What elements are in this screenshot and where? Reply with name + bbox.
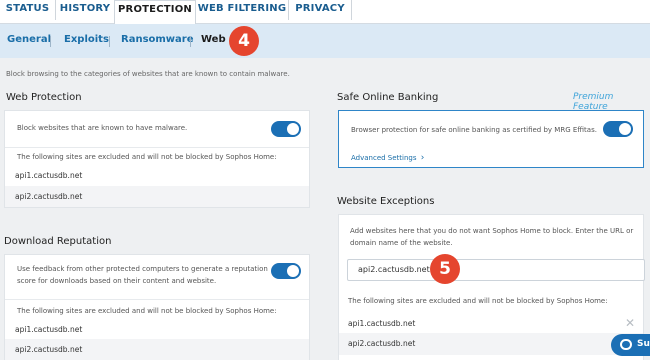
web-protection-card: Block websites that are known to have ma… (4, 110, 310, 208)
support-chat-label: Su (637, 339, 650, 349)
download-reputation-option-label: Use feedback from other protected comput… (17, 265, 268, 273)
safe-banking-card: Browser protection for safe online banki… (338, 110, 644, 168)
subtab-divider (50, 36, 51, 47)
web-protection-option-label: Block websites that are known to have ma… (17, 124, 188, 132)
advanced-settings-label: Advanced Settings (351, 154, 417, 162)
safe-banking-title: Safe Online Banking (337, 92, 439, 103)
excluded-site-item: api1.cactusdb.net (15, 325, 83, 334)
website-exceptions-help: domain name of the website. (350, 239, 453, 247)
subtab-divider (190, 36, 191, 47)
excluded-site-item: api2.cactusdb.net (15, 345, 83, 354)
excluded-site-item: api2.cactusdb.net (348, 339, 416, 348)
download-reputation-option-label: score for downloads based on their conte… (17, 277, 217, 285)
remove-icon[interactable]: ✕ (625, 317, 635, 329)
download-reputation-title: Download Reputation (4, 236, 112, 247)
advanced-settings-link[interactable]: Advanced Settings › (351, 153, 424, 163)
chat-bubble-icon (620, 339, 632, 350)
subtab-general[interactable]: General (7, 34, 51, 45)
website-exceptions-card: Add websites here that you do not want S… (338, 214, 645, 360)
sub-tab-bar: General Exploits Ransomware Web (0, 24, 650, 58)
excluded-site-item: api1.cactusdb.net (15, 171, 83, 180)
website-exceptions-excluded-text: The following sites are excluded and wil… (348, 297, 608, 305)
intro-text: Block browsing to the categories of webs… (6, 70, 290, 78)
tab-divider (351, 0, 352, 20)
chevron-right-icon: › (420, 153, 425, 163)
excluded-site-item: api2.cactusdb.net (15, 192, 83, 201)
subtab-web[interactable]: Web (201, 34, 226, 45)
tab-privacy[interactable]: PRIVACY (289, 0, 351, 24)
download-reputation-toggle[interactable] (271, 263, 301, 279)
web-protection-toggle[interactable] (271, 121, 301, 137)
subtab-ransomware[interactable]: Ransomware (121, 34, 194, 45)
tab-protection[interactable]: PROTECTION (114, 0, 196, 25)
tab-web-filtering[interactable]: WEB FILTERING (196, 0, 288, 24)
top-tab-bar: STATUS HISTORY PROTECTION WEB FILTERING … (0, 0, 650, 25)
divider (5, 147, 309, 148)
web-protection-excluded-text: The following sites are excluded and wil… (17, 153, 277, 161)
subtab-exploits[interactable]: Exploits (64, 34, 109, 45)
download-reputation-excluded-text: The following sites are excluded and wil… (17, 307, 277, 315)
step-badge-4: 4 (229, 26, 259, 56)
subtab-divider (109, 36, 110, 47)
website-exceptions-help: Add websites here that you do not want S… (350, 227, 634, 235)
website-exception-input[interactable]: api2.cactusdb.net (347, 259, 645, 281)
web-protection-title: Web Protection (6, 92, 82, 103)
toggle-knob (287, 265, 299, 277)
safe-banking-toggle[interactable] (603, 121, 633, 137)
tab-status[interactable]: STATUS (0, 0, 55, 24)
premium-feature-label: Premium Feature (573, 92, 614, 112)
toggle-knob (287, 123, 299, 135)
download-reputation-card: Use feedback from other protected comput… (4, 254, 310, 360)
tab-history[interactable]: HISTORY (56, 0, 114, 24)
toggle-knob (619, 123, 631, 135)
support-chat-button[interactable]: Su (611, 334, 650, 356)
safe-banking-option-label: Browser protection for safe online banki… (351, 126, 597, 134)
website-exceptions-title: Website Exceptions (337, 196, 435, 207)
excluded-site-item: api1.cactusdb.net (348, 319, 416, 328)
step-badge-5: 5 (430, 254, 460, 284)
divider (5, 299, 309, 300)
